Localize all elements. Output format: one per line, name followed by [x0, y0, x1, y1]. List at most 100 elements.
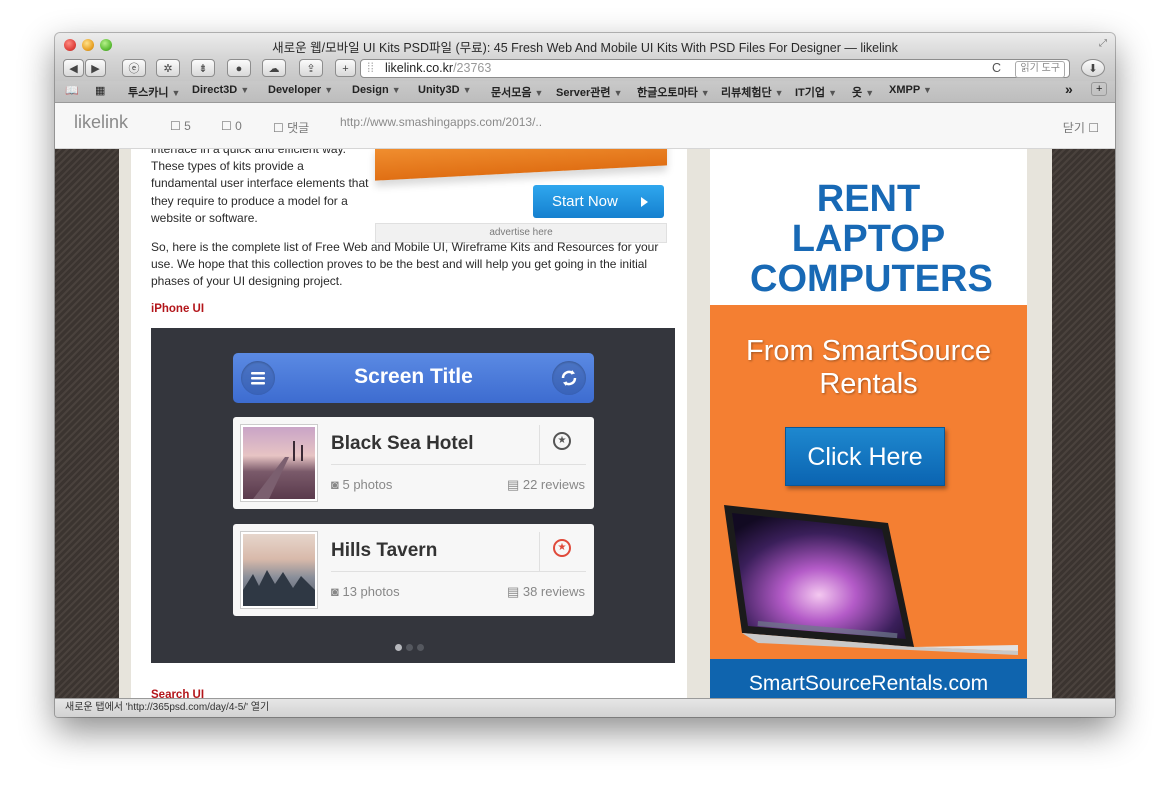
download-icon: ⇟: [198, 63, 208, 75]
review-count: ▤ 22 reviews: [507, 477, 585, 493]
bookmark-item[interactable]: Developer ▼: [268, 84, 333, 96]
ad-header: RENT LAPTOP COMPUTERS: [710, 149, 1027, 305]
new-tab-button[interactable]: +: [1091, 82, 1108, 96]
bookmarks-overflow-icon[interactable]: »: [1065, 81, 1073, 97]
star-active-icon: ★: [553, 539, 571, 557]
bookmark-item[interactable]: 리뷰체험단 ▼: [721, 84, 784, 100]
bookmark-item[interactable]: IT기업 ▼: [795, 84, 837, 100]
review-count-text: 38 reviews: [522, 584, 585, 599]
chevron-down-icon: ▼: [391, 85, 401, 95]
bookmark-item[interactable]: XMPP ▼: [889, 84, 932, 96]
cloud-icon: ☁: [268, 63, 280, 75]
share-count[interactable]: ☐ 0: [221, 119, 242, 133]
extension-circle-button[interactable]: ●: [227, 59, 251, 77]
bookmark-item[interactable]: 문서모음 ▼: [491, 84, 543, 100]
address-bar[interactable]: ⁞⁞ likelink.co.kr/23763 C 읽기 도구: [360, 59, 1070, 78]
back-button[interactable]: ◀: [63, 59, 84, 77]
comments-label: 댓글: [287, 121, 310, 135]
share-button[interactable]: ⇪: [299, 59, 323, 77]
bookmark-item[interactable]: 옷 ▼: [852, 84, 874, 100]
bookmark-item[interactable]: Direct3D ▼: [192, 84, 249, 96]
fullscreen-icon[interactable]: ⤢: [1099, 38, 1107, 49]
record-icon: ●: [235, 63, 243, 75]
section-heading: Search UI: [151, 689, 205, 698]
ie-tab-button[interactable]: ⓔ: [122, 59, 146, 77]
chevron-down-icon: ▼: [774, 88, 784, 98]
page-icon: ⁞⁞: [367, 61, 374, 75]
tavern-thumbnail: [241, 532, 317, 608]
book-icon[interactable]: 📖: [65, 84, 79, 97]
laptop-image: [718, 505, 1018, 655]
bookmark-label: XMPP: [889, 84, 920, 96]
start-now-button[interactable]: Start Now: [533, 185, 664, 218]
forward-icon: ▶: [91, 63, 100, 75]
chevron-down-icon: ▼: [923, 85, 932, 95]
photo-count: ◙ 5 photos: [331, 477, 392, 492]
like-count[interactable]: ☐ 5: [170, 119, 191, 133]
ad-site-link[interactable]: SmartSourceRentals.com: [710, 659, 1027, 698]
list-item: Hills Tavern ★ ◙ 13 photos ▤ 38 reviews: [233, 524, 594, 616]
extension-button[interactable]: ✲: [156, 59, 180, 77]
bookmark-label: 한글오토마타: [637, 87, 698, 99]
chevron-down-icon: ▼: [828, 88, 837, 98]
iphone-ui-preview[interactable]: Screen Title Black Sea Hotel ★ ◙ 5 photo…: [151, 328, 675, 663]
promo-ad: Start Now advertise here: [375, 149, 667, 243]
ad-headline: RENT LAPTOP COMPUTERS: [750, 178, 993, 300]
bookmark-label: 리뷰체험단: [721, 87, 772, 99]
divider: [331, 571, 586, 572]
play-arrow-icon: [641, 197, 648, 207]
chevron-down-icon: ▼: [865, 88, 875, 98]
bookmark-label: Server관련: [556, 87, 611, 99]
item-name: Hills Tavern: [331, 540, 438, 561]
page-dot: [406, 644, 413, 651]
close-label: 닫기: [1062, 121, 1085, 135]
title-bar: 새로운 웹/모바일 UI Kits PSD파일 (무료): 45 Fresh W…: [55, 33, 1115, 57]
like-count-value: 5: [184, 119, 191, 133]
bookmark-item[interactable]: 한글오토마타 ▼: [637, 84, 710, 100]
bookmark-item[interactable]: Server관련 ▼: [556, 84, 622, 100]
source-url-link[interactable]: http://www.smashingapps.com/2013/..: [340, 115, 542, 129]
close-frame-button[interactable]: 닫기 ☐: [1063, 119, 1099, 136]
app-nav-bar: Screen Title: [233, 353, 594, 403]
url-path: /23763: [453, 61, 492, 75]
camera-icon: ◙: [331, 477, 339, 492]
comments-link[interactable]: ☐ 댓글: [273, 119, 309, 136]
comment-bubble-icon: ▤: [506, 584, 520, 599]
review-count-text: 22 reviews: [522, 477, 585, 492]
download-button[interactable]: ⇟: [191, 59, 215, 77]
bookmark-label: Developer: [268, 84, 322, 96]
ad-tagline: From SmartSource Rentals: [746, 335, 991, 400]
likelink-header: likelink ☐ 5 ☐ 0 ☐ 댓글 http://www.smashin…: [55, 103, 1115, 149]
add-bookmark-button[interactable]: +: [335, 59, 356, 77]
comment-bubble-icon: ▤: [506, 477, 520, 492]
bookmark-item[interactable]: Unity3D ▼: [418, 84, 472, 96]
grid-icon[interactable]: ▦: [95, 84, 105, 97]
url-text: likelink.co.kr/23763: [385, 60, 491, 77]
rental-ad[interactable]: RENT LAPTOP COMPUTERS From SmartSource R…: [710, 149, 1027, 698]
click-here-button[interactable]: Click Here: [785, 427, 945, 486]
review-count: ▤ 38 reviews: [507, 584, 585, 600]
divider: [331, 464, 586, 465]
bookmark-item[interactable]: 투스카니 ▼: [128, 84, 180, 100]
page-indicator: [395, 638, 428, 656]
share-square-icon: ☐: [221, 119, 232, 133]
page-body: interface in a quick and efficient way. …: [119, 149, 1052, 698]
reader-button[interactable]: 읽기 도구: [1015, 61, 1065, 78]
forward-button[interactable]: ▶: [85, 59, 106, 77]
bookmark-item[interactable]: Design ▼: [352, 84, 401, 96]
promo-banner: [375, 149, 667, 181]
back-icon: ◀: [69, 63, 78, 75]
screen-title: Screen Title: [354, 365, 473, 388]
article-column: interface in a quick and efficient way. …: [131, 149, 687, 698]
list-item: Black Sea Hotel ★ ◙ 5 photos ▤ 22 review…: [233, 417, 594, 509]
like-icon: ☐: [170, 119, 181, 133]
reload-icon[interactable]: C: [992, 60, 1001, 77]
download-manager-button[interactable]: ⬇: [1081, 59, 1105, 77]
likelink-logo[interactable]: likelink: [74, 112, 128, 133]
status-bar: 새로운 탭에서 'http://365psd.com/day/4-5/' 열기: [55, 698, 1115, 717]
camera-icon: ◙: [331, 584, 339, 599]
hotel-thumbnail: [241, 425, 317, 501]
cloud-button[interactable]: ☁: [262, 59, 286, 77]
photo-count: ◙ 13 photos: [331, 584, 400, 599]
page-viewport[interactable]: interface in a quick and efficient way. …: [55, 149, 1115, 698]
